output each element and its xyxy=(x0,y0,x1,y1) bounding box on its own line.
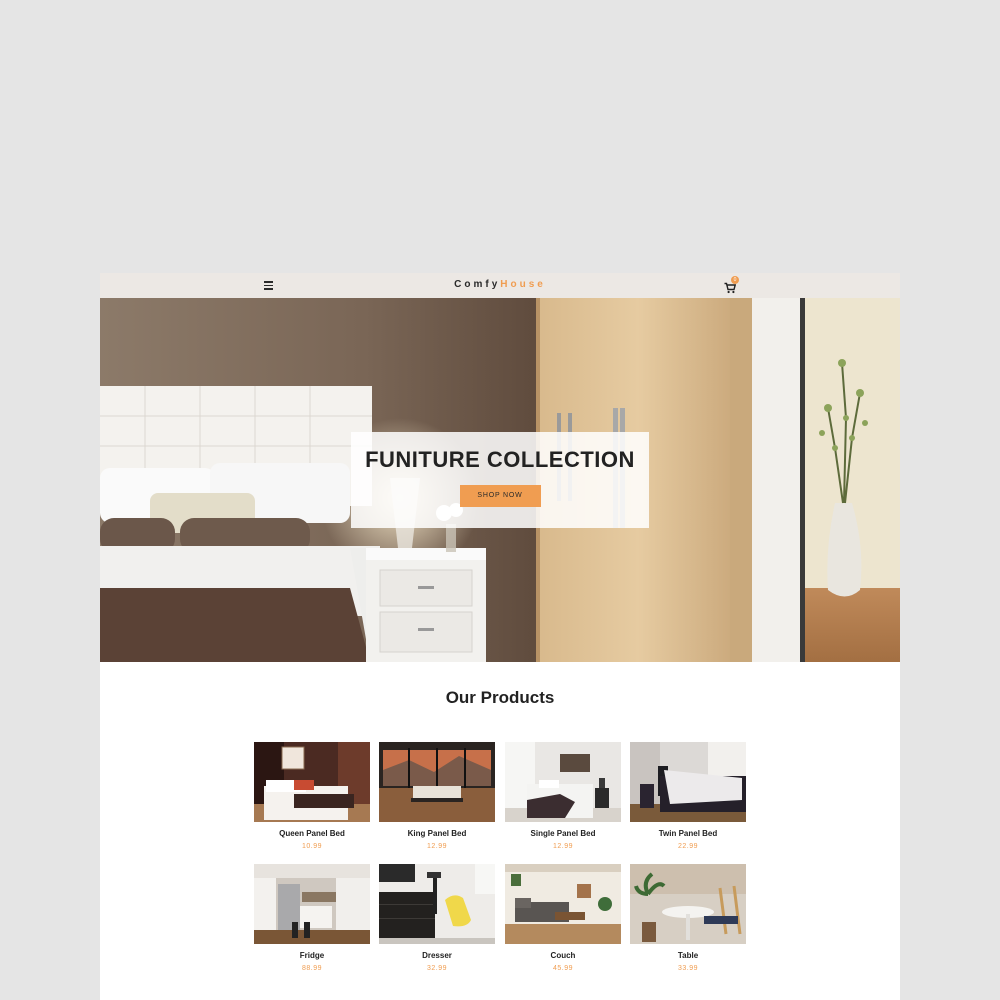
product-card[interactable]: Queen Panel Bed 10.99 xyxy=(254,742,370,850)
product-image-twin-panel-bed[interactable] xyxy=(630,742,746,822)
product-name[interactable]: Single Panel Bed xyxy=(505,829,621,838)
product-name[interactable]: Twin Panel Bed xyxy=(630,829,746,838)
product-name[interactable]: Table xyxy=(630,951,746,960)
product-card[interactable]: Dresser 32.99 xyxy=(379,864,495,972)
logo-part-house: House xyxy=(500,279,546,290)
product-image-dresser[interactable] xyxy=(379,864,495,944)
product-image-table[interactable] xyxy=(630,864,746,944)
product-price: 33.99 xyxy=(677,965,699,972)
cart-button[interactable]: 0 xyxy=(724,276,740,294)
product-price: 12.99 xyxy=(552,843,574,850)
hero-callout: FUNITURE COLLECTION SHOP NOW xyxy=(351,432,649,528)
logo-part-comfy: Comfy xyxy=(454,279,501,290)
product-price: 10.99 xyxy=(301,843,323,850)
product-name[interactable]: Couch xyxy=(505,951,621,960)
product-card[interactable]: Fridge 88.99 xyxy=(254,864,370,972)
product-price: 88.99 xyxy=(301,965,323,972)
product-image-single-panel-bed[interactable] xyxy=(505,742,621,822)
navbar: ComfyHouse 0 xyxy=(100,273,900,298)
product-card[interactable]: King Panel Bed 12.99 xyxy=(379,742,495,850)
product-name[interactable]: Fridge xyxy=(254,951,370,960)
hero-title: FUNITURE COLLECTION xyxy=(365,447,635,472)
products-section-title: Our Products xyxy=(445,688,555,707)
product-name[interactable]: Queen Panel Bed xyxy=(254,829,370,838)
product-price: 22.99 xyxy=(677,843,699,850)
product-image-fridge[interactable] xyxy=(254,864,370,944)
product-price: 45.99 xyxy=(552,965,574,972)
product-image-queen-panel-bed[interactable] xyxy=(254,742,370,822)
product-card[interactable]: Twin Panel Bed 22.99 xyxy=(630,742,746,850)
logo[interactable]: ComfyHouse xyxy=(100,279,900,290)
page-frame: ComfyHouse 0 FUNITURE COLLECTION SHOP NO… xyxy=(100,273,900,1000)
product-price: 12.99 xyxy=(426,843,448,850)
product-price: 32.99 xyxy=(426,965,448,972)
product-name[interactable]: King Panel Bed xyxy=(379,829,495,838)
shop-now-button[interactable]: SHOP NOW xyxy=(459,485,541,507)
product-card[interactable]: Table 33.99 xyxy=(630,864,746,972)
product-image-king-panel-bed[interactable] xyxy=(379,742,495,822)
product-name[interactable]: Dresser xyxy=(379,951,495,960)
product-card[interactable]: Single Panel Bed 12.99 xyxy=(505,742,621,850)
hero-banner: FUNITURE COLLECTION SHOP NOW xyxy=(100,298,900,662)
cart-count-badge: 0 xyxy=(731,276,739,284)
product-card[interactable]: Couch 45.99 xyxy=(505,864,621,972)
product-image-couch[interactable] xyxy=(505,864,621,944)
